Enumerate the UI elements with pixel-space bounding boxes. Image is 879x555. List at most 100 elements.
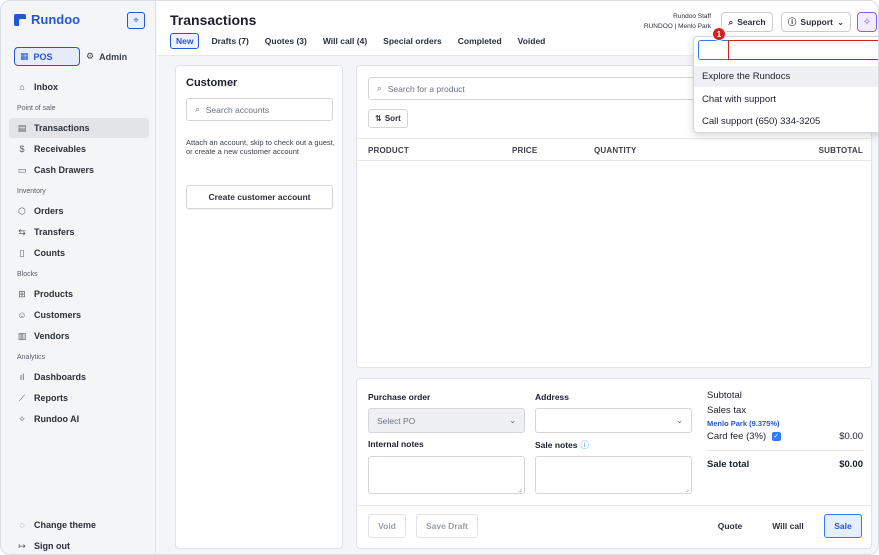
order-panel: Purchase order Select PO ⌄ Address ⌄ Int… — [356, 378, 873, 549]
call-support-item[interactable]: Call support (650) 334-3205 — [694, 111, 878, 132]
sidebar-item-transactions[interactable]: ▤ Transactions — [9, 118, 149, 138]
tab-will-call[interactable]: Will call (4) — [315, 33, 375, 49]
will-call-button[interactable]: Will call — [765, 514, 811, 538]
sale-notes-label: Sale notes — [535, 440, 578, 450]
tax-location-link[interactable]: Menlo Park (9.375%) — [707, 419, 780, 428]
pin-icon: ⌖ — [133, 15, 139, 25]
address-label: Address — [535, 392, 570, 402]
sidebar-item-label: Counts — [34, 248, 65, 258]
sign-out-button[interactable]: ↦ Sign out — [9, 536, 149, 554]
column-product: PRODUCT — [368, 146, 409, 155]
customer-title: Customer — [186, 77, 238, 89]
cash-icon: ▭ — [17, 164, 27, 175]
ai-assistant-button[interactable]: ✧ — [857, 12, 877, 32]
sparkles-icon: ✧ — [18, 413, 26, 424]
store-icon: ▦ — [20, 51, 29, 61]
internal-notes-label: Internal notes — [368, 439, 424, 449]
sidebar-item-receivables[interactable]: $ Receivables — [9, 139, 149, 159]
sidebar-item-cash-drawers[interactable]: ▭ Cash Drawers — [9, 160, 149, 180]
gear-icon: ⚙ — [86, 51, 95, 61]
chat-with-support-item[interactable]: Chat with support — [694, 89, 878, 110]
tab-drafts[interactable]: Drafts (7) — [203, 33, 256, 49]
pos-mode-button[interactable]: ▦ POS — [14, 47, 80, 66]
help-circle-icon: ⓘ — [787, 17, 797, 27]
chevron-down-icon: ⌄ — [509, 416, 516, 425]
tab-special-orders[interactable]: Special orders — [375, 33, 450, 49]
card-fee-checkbox[interactable]: ✓ — [771, 431, 781, 441]
brand-name: Rundoo — [31, 12, 81, 27]
sign-out-label: Sign out — [34, 541, 70, 551]
sidebar: Rundoo ⌖ ▦ POS ⚙ Admin ⌂ Inbox Point of … — [1, 1, 156, 554]
change-theme-label: Change theme — [34, 520, 97, 530]
subtotal-row: Subtotal — [707, 390, 863, 401]
sale-button[interactable]: Sale — [824, 514, 862, 538]
product-search-placeholder: Search for a product — [387, 83, 465, 94]
support-search-field-highlight[interactable] — [728, 40, 878, 60]
sidebar-item-products[interactable]: ⊞ Products — [9, 284, 149, 304]
sidebar-bottom: ◌ Change theme ↦ Sign out — [9, 515, 149, 554]
account-search-input[interactable]: ⌕ Search accounts — [186, 98, 333, 121]
sale-total-row: Sale total $0.00 — [707, 459, 863, 470]
line-chart-icon: ⟋ — [18, 392, 26, 403]
clipboard-icon: ▯ — [19, 247, 25, 258]
card-fee-value: $0.00 — [839, 431, 863, 442]
brand[interactable]: Rundoo — [14, 12, 80, 27]
sidebar-item-counts[interactable]: ▯ Counts — [9, 243, 149, 263]
pos-mode-label: POS — [33, 51, 53, 62]
column-quantity: QUANTITY — [594, 146, 637, 155]
purchase-order-label: Purchase order — [368, 392, 431, 402]
tab-new[interactable]: New — [170, 33, 200, 49]
sidebar-item-dashboards[interactable]: ıl Dashboards — [9, 367, 149, 387]
sidebar-item-label: Reports — [34, 393, 69, 403]
pin-sidebar-button[interactable]: ⌖ — [127, 12, 145, 29]
totals-divider — [707, 450, 863, 451]
sort-button[interactable]: ⇅ Sort — [368, 109, 408, 128]
staff-name: Rundoo Staff — [673, 13, 711, 20]
sidebar-item-vendors[interactable]: ▥ Vendors — [9, 326, 149, 346]
sidebar-item-label: Rundoo AI — [34, 414, 80, 424]
quote-button[interactable]: Quote — [712, 514, 748, 538]
tab-completed[interactable]: Completed — [450, 33, 510, 49]
explore-rundocs-item[interactable]: Explore the Rundocs — [694, 66, 878, 87]
void-button[interactable]: Void — [368, 514, 406, 538]
sidebar-item-rundoo-ai[interactable]: ✧ Rundoo AI — [9, 409, 149, 429]
sale-notes-field[interactable] — [535, 456, 692, 494]
transfer-arrows-icon: ⇆ — [18, 226, 26, 237]
internal-notes-field[interactable] — [368, 456, 525, 494]
sidebar-item-inbox[interactable]: ⌂ Inbox — [9, 77, 149, 97]
building-icon: ▥ — [17, 330, 27, 341]
customer-help-text: Attach an account, skip to check out a g… — [186, 138, 335, 156]
sidebar-item-transfers[interactable]: ⇆ Transfers — [9, 222, 149, 242]
save-draft-button[interactable]: Save Draft — [416, 514, 478, 538]
support-button[interactable]: ⓘ Support ⌄ — [781, 12, 851, 32]
search-button-label: Search — [737, 17, 766, 27]
page-title: Transactions — [170, 12, 257, 28]
chevron-down-icon: ⌄ — [836, 16, 845, 27]
sale-total-value: $0.00 — [839, 459, 863, 470]
sidebar-nav: ⌂ Inbox Point of sale ▤ Transactions $ R… — [9, 77, 149, 430]
card-fee-label: Card fee (3%) — [707, 431, 767, 442]
staff-location: RUNDOO | Menlo Park — [643, 23, 711, 30]
product-table-header: PRODUCT PRICE QUANTITY SUBTOTAL — [357, 138, 871, 161]
app-window: Rundoo ⌖ ▦ POS ⚙ Admin ⌂ Inbox Point of … — [0, 0, 879, 555]
sidebar-item-label: Inbox — [34, 82, 58, 92]
admin-mode-button[interactable]: ⚙ Admin — [86, 47, 127, 66]
bar-chart-icon: ıl — [19, 372, 25, 382]
sidebar-item-reports[interactable]: ⟋ Reports — [9, 388, 149, 408]
sparkles-icon: ✧ — [862, 16, 872, 28]
sidebar-item-orders[interactable]: ⬡ Orders — [9, 201, 149, 221]
info-icon[interactable]: ⓘ — [581, 439, 590, 451]
sale-total-label: Sale total — [707, 459, 750, 470]
sidebar-item-customers[interactable]: ☺ Customers — [9, 305, 149, 325]
tab-quotes[interactable]: Quotes (3) — [257, 33, 315, 49]
change-theme-button[interactable]: ◌ Change theme — [9, 515, 149, 535]
create-customer-account-button[interactable]: Create customer account — [186, 185, 333, 209]
sales-tax-label: Sales tax — [707, 405, 747, 416]
tab-voided[interactable]: Voided — [510, 33, 554, 49]
section-point-of-sale: Point of sale — [17, 104, 56, 112]
search-button[interactable]: ⌕ Search — [721, 12, 773, 32]
step-badge: 1 — [712, 27, 726, 41]
purchase-order-select[interactable]: Select PO ⌄ — [368, 408, 525, 433]
address-select[interactable]: ⌄ — [535, 408, 692, 433]
staff-info[interactable]: Rundoo Staff RUNDOO | Menlo Park — [635, 12, 711, 32]
